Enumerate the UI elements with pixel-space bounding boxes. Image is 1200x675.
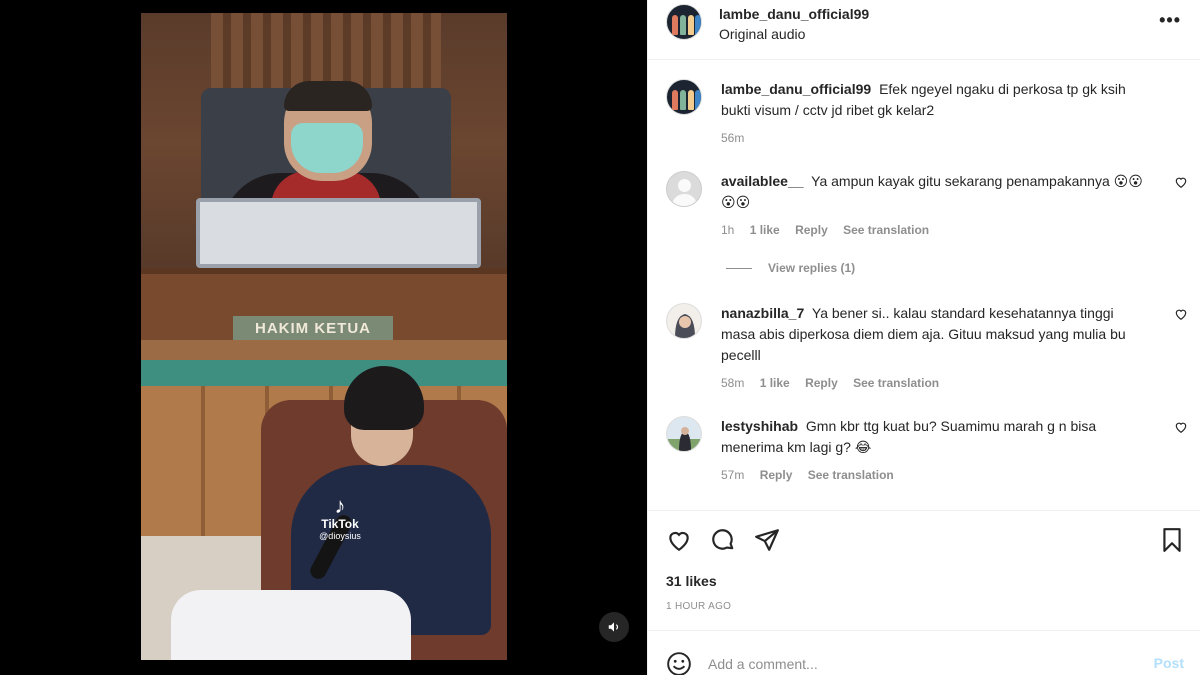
comment-time[interactable]: 57m (721, 468, 744, 482)
avatar-figure (688, 15, 694, 35)
comment-composer: Post (648, 630, 1200, 675)
view-replies-line (726, 268, 752, 270)
tiktok-brand: TikTok (321, 517, 359, 531)
comment-content: availablee__ Ya ampun kayak gitu sekaran… (721, 171, 1151, 213)
like-heart-icon[interactable] (1174, 420, 1188, 434)
avatar-figure (695, 15, 701, 35)
original-audio-link[interactable]: Original audio (719, 26, 805, 42)
avatar[interactable] (666, 416, 702, 452)
comment-time[interactable]: 58m (721, 376, 744, 390)
avatar-figure (680, 90, 686, 110)
reply-button[interactable]: Reply (805, 376, 838, 390)
likes-count[interactable]: 31 likes (666, 573, 717, 589)
avatar-drawing (675, 314, 695, 338)
face-mask (291, 123, 363, 173)
like-heart-icon[interactable] (1174, 307, 1188, 321)
comment-time[interactable]: 1h (721, 223, 734, 237)
avatar-figure (695, 90, 701, 110)
view-replies-button[interactable]: View replies (1) (726, 261, 1026, 275)
bookmark-icon[interactable] (1159, 527, 1185, 553)
see-translation-button[interactable]: See translation (853, 376, 939, 390)
caption-body: lambe_danu_official99 Efek ngeyel ngaku … (721, 79, 1151, 149)
comment-meta: 57m Reply See translation (721, 465, 1151, 486)
comment-body: lestyshihab Gmn kbr ttg kuat bu? Suamimu… (721, 416, 1151, 486)
audio-toggle-button[interactable] (599, 612, 629, 642)
like-heart-icon[interactable] (1174, 175, 1188, 189)
reply-button[interactable]: Reply (795, 223, 828, 237)
avatar-body (672, 194, 697, 206)
caption-content: lambe_danu_official99 Efek ngeyel ngaku … (721, 79, 1151, 121)
avatar[interactable] (666, 79, 702, 115)
avatar-figure (688, 90, 694, 110)
bench-trim (141, 360, 507, 386)
avatar[interactable] (666, 303, 702, 339)
comment-username[interactable]: availablee__ (721, 173, 804, 189)
comment-username[interactable]: nanazbilla_7 (721, 305, 804, 321)
caption-meta: 56m (721, 128, 1151, 149)
avatar-head (678, 179, 691, 192)
comment-likes[interactable]: 1 like (750, 223, 780, 237)
monitor (196, 198, 481, 268)
comment-likes[interactable]: 1 like (760, 376, 790, 390)
witness-legs (171, 590, 411, 660)
header-username[interactable]: lambe_danu_official99 (719, 6, 869, 22)
emoji-icon[interactable] (666, 651, 692, 675)
view-replies-label: View replies (1) (768, 261, 856, 275)
speaker-icon (608, 622, 619, 632)
tiktok-watermark: ♪ TikTok @dioysius (315, 493, 365, 542)
video-frame-judge: HAKIM KETUA (141, 13, 507, 340)
avatar[interactable] (666, 4, 702, 40)
post-header: lambe_danu_official99 Original audio ••• (648, 0, 1200, 60)
reply-button[interactable]: Reply (760, 468, 793, 482)
video-player[interactable]: HAKIM KETUA (141, 13, 507, 660)
comment-content: nanazbilla_7 Ya bener si.. kalau standar… (721, 303, 1151, 366)
avatar-figure (672, 90, 678, 110)
avatar-drawing (667, 427, 701, 451)
see-translation-button[interactable]: See translation (843, 223, 929, 237)
media-panel: HAKIM KETUA ♪ TikTok @dioysius (0, 0, 647, 675)
like-icon[interactable] (666, 527, 692, 553)
share-icon[interactable] (754, 527, 780, 553)
post-time[interactable]: 1 HOUR AGO (666, 601, 731, 612)
tiktok-icon: ♪ (334, 493, 346, 518)
comment-username[interactable]: lestyshihab (721, 418, 798, 434)
tiktok-user: @dioysius (319, 531, 361, 541)
see-translation-button[interactable]: See translation (808, 468, 894, 482)
comment-input[interactable] (708, 651, 1128, 675)
caption-username[interactable]: lambe_danu_official99 (721, 81, 871, 97)
avatar[interactable] (666, 171, 702, 207)
more-options-button[interactable]: ••• (1159, 10, 1181, 31)
comment-meta: 58m 1 like Reply See translation (721, 373, 1151, 394)
comment-icon[interactable] (710, 527, 736, 553)
comment-body: availablee__ Ya ampun kayak gitu sekaran… (721, 171, 1151, 241)
post-actions: 31 likes 1 HOUR AGO (648, 510, 1200, 630)
judge-hair (284, 81, 372, 111)
comment-content: lestyshihab Gmn kbr ttg kuat bu? Suamimu… (721, 416, 1151, 458)
avatar-figure (672, 15, 678, 35)
avatar-figure (680, 15, 686, 35)
caption-time[interactable]: 56m (721, 131, 744, 145)
comments-list[interactable]: lambe_danu_official99 Efek ngeyel ngaku … (648, 61, 1200, 509)
nameplate: HAKIM KETUA (233, 316, 393, 340)
comment-body: nanazbilla_7 Ya bener si.. kalau standar… (721, 303, 1151, 394)
post-sidebar: lambe_danu_official99 Original audio •••… (647, 0, 1200, 675)
post-button[interactable]: Post (1154, 655, 1184, 671)
comment-meta: 1h 1 like Reply See translation (721, 220, 1151, 241)
